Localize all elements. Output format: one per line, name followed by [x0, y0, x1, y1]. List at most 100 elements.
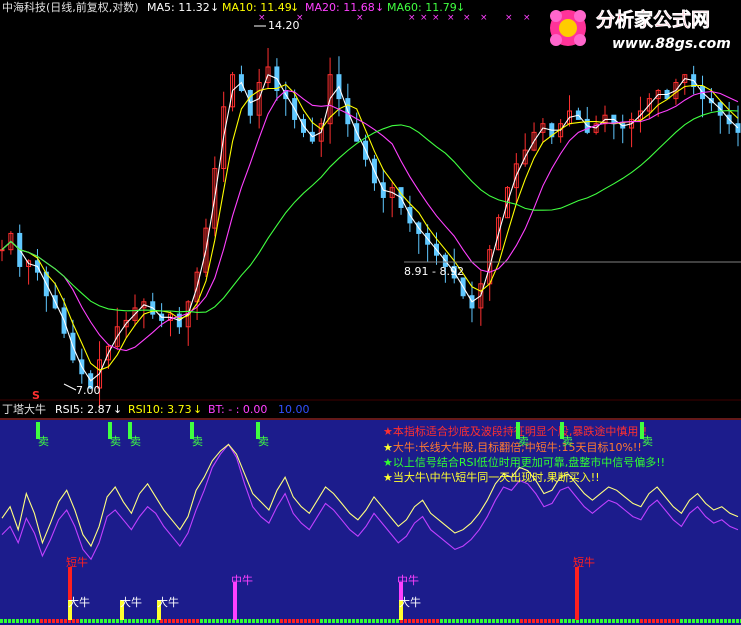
strip-tick — [504, 619, 507, 623]
strip-tick — [36, 619, 39, 623]
signal-cross: × — [447, 13, 455, 23]
strip-tick — [436, 619, 439, 623]
strip-tick — [708, 619, 711, 623]
strip-tick — [40, 619, 43, 623]
strip-tick — [60, 619, 63, 623]
strip-tick — [20, 619, 23, 623]
strip-tick — [356, 619, 359, 623]
strip-tick — [204, 619, 207, 623]
signal-cross: × — [480, 13, 488, 23]
strip-tick — [316, 619, 319, 623]
strip-tick — [0, 619, 3, 623]
strip-tick — [416, 619, 419, 623]
stock-chart: × × × × × × × × × × × 中海科技(日线,前复权,对数) MA5: 11.32 ↓… — [0, 0, 741, 625]
strip-tick — [616, 619, 619, 623]
strip-tick — [452, 619, 455, 623]
strip-tick — [424, 619, 427, 623]
strip-tick — [140, 619, 143, 623]
strip-tick — [560, 619, 563, 623]
ma20-arrow: ↓ — [375, 1, 384, 14]
strip-tick — [540, 619, 543, 623]
strip-tick — [96, 619, 99, 623]
strip-tick — [520, 619, 523, 623]
strip-tick — [108, 619, 111, 623]
strip-tick — [440, 619, 443, 623]
strip-tick — [388, 619, 391, 623]
chart-title: 中海科技(日线,前复权,对数) — [2, 0, 139, 14]
strip-tick — [632, 619, 635, 623]
strip-tick — [592, 619, 595, 623]
strip-tick — [668, 619, 671, 623]
strip-tick — [688, 619, 691, 623]
ma10-label: MA10: 11.49 — [222, 1, 292, 14]
sell-marker: 卖 — [562, 435, 573, 448]
short-bull-label: 短牛 — [66, 555, 88, 569]
note-2: ★以上信号结合RSI低位时用更加可靠,盘整市中信号偏多!! — [383, 455, 665, 469]
strip-tick — [548, 619, 551, 623]
strip-tick — [308, 619, 311, 623]
strip-tick — [76, 619, 79, 623]
strip-tick — [660, 619, 663, 623]
strip-tick — [584, 619, 587, 623]
strip-tick — [344, 619, 347, 623]
rsi10-label: RSI10: 3.73 — [128, 403, 192, 416]
strip-tick — [516, 619, 519, 623]
strip-tick — [628, 619, 631, 623]
strip-tick — [620, 619, 623, 623]
price-panel — [0, 0, 741, 400]
rsi5-label: RSI5: 2.87 — [55, 403, 112, 416]
strip-tick — [524, 619, 527, 623]
strip-tick — [364, 619, 367, 623]
strip-tick — [684, 619, 687, 623]
strip-tick — [380, 619, 383, 623]
mid-bull-label: 中牛 — [231, 573, 253, 587]
rsi5-arrow: ↓ — [113, 403, 122, 416]
mid-bull-label: 中牛 — [397, 573, 419, 587]
strip-tick — [192, 619, 195, 623]
strip-tick — [144, 619, 147, 623]
signal-s-marker: S — [32, 389, 40, 402]
sell-marker: 卖 — [130, 435, 141, 448]
strip-tick — [580, 619, 583, 623]
strip-tick — [492, 619, 495, 623]
range-label: 8.91 - 8.92 — [404, 265, 464, 278]
watermark-url: www.88gs.com — [612, 36, 731, 52]
strip-tick — [408, 619, 411, 623]
strip-tick — [48, 619, 51, 623]
strip-tick — [268, 619, 271, 623]
strip-tick — [24, 619, 27, 623]
strip-tick — [532, 619, 535, 623]
strip-tick — [588, 619, 591, 623]
ma5-arrow: ↓ — [210, 1, 219, 14]
strip-tick — [672, 619, 675, 623]
strip-tick — [348, 619, 351, 623]
note-3: ★当大牛\中牛\短牛同一天出现时,果断买入!! — [383, 470, 600, 484]
strip-tick — [676, 619, 679, 623]
strip-tick — [556, 619, 559, 623]
strip-tick — [624, 619, 627, 623]
sell-marker: 卖 — [110, 435, 121, 448]
strip-tick — [8, 619, 11, 623]
strip-tick — [260, 619, 263, 623]
strip-tick — [124, 619, 127, 623]
strip-tick — [100, 619, 103, 623]
strip-tick — [180, 619, 183, 623]
sell-marker: 卖 — [258, 435, 269, 448]
ma60-arrow: ↓ — [456, 1, 465, 14]
strip-tick — [700, 619, 703, 623]
signal-cross: × — [420, 13, 428, 23]
strip-tick — [404, 619, 407, 623]
strip-tick — [216, 619, 219, 623]
strip-tick — [716, 619, 719, 623]
strip-tick — [28, 619, 31, 623]
strip-tick — [4, 619, 7, 623]
ma10-arrow: ↓ — [290, 1, 299, 14]
strip-tick — [360, 619, 363, 623]
ma60-label: MA60: 11.79 — [387, 1, 457, 14]
strip-tick — [464, 619, 467, 623]
strip-tick — [112, 619, 115, 623]
strip-tick — [188, 619, 191, 623]
strip-tick — [536, 619, 539, 623]
strip-tick — [176, 619, 179, 623]
strip-tick — [652, 619, 655, 623]
